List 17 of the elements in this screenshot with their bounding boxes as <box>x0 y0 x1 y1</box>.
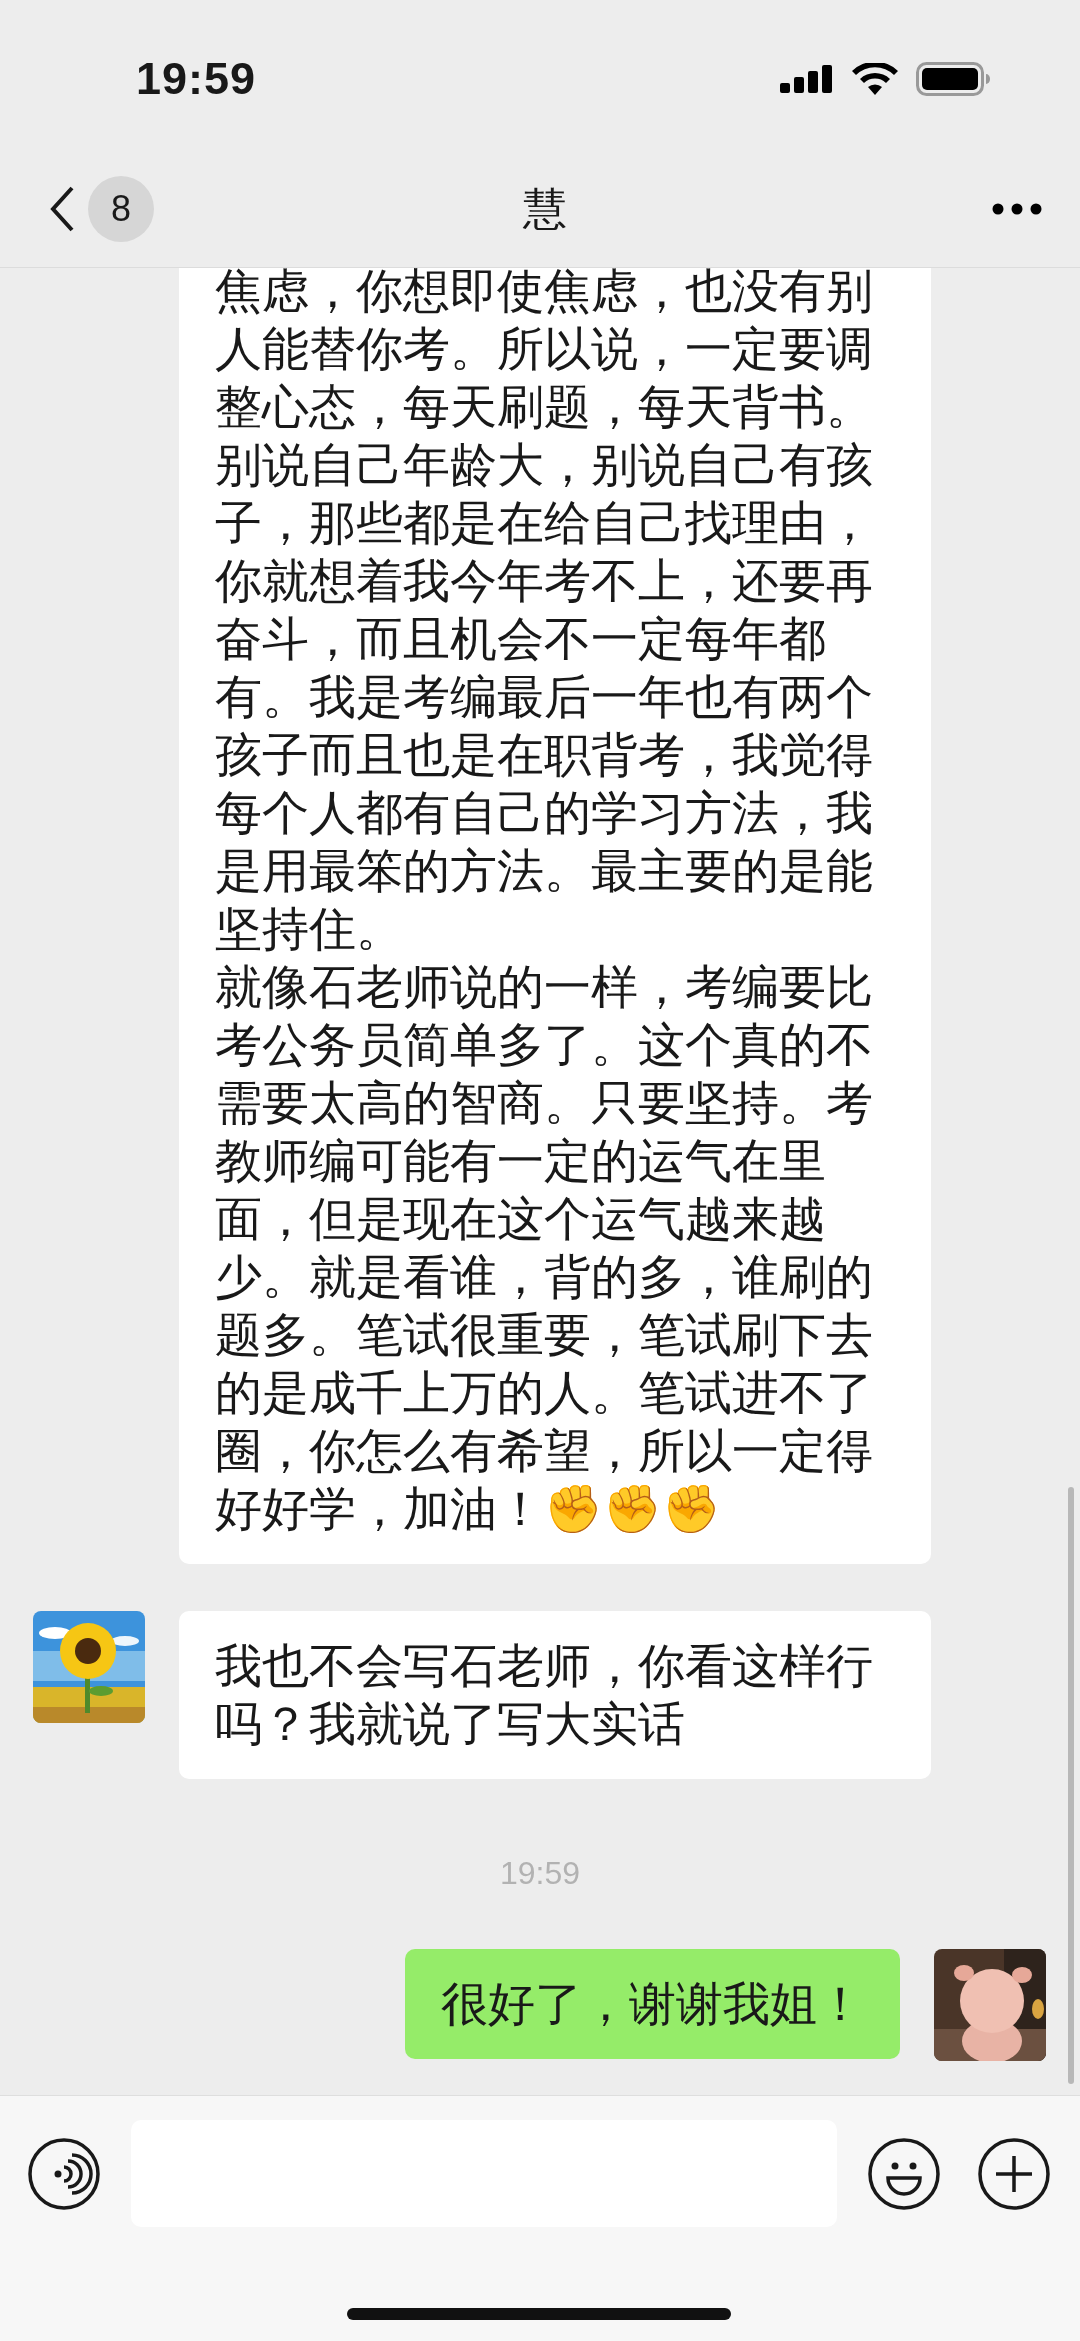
wifi-icon <box>852 63 898 95</box>
timestamp: 19:59 <box>499 1854 581 1893</box>
add-icon[interactable] <box>978 2137 1050 2210</box>
back-icon[interactable] <box>48 185 76 233</box>
message-text: 我也不会写石老师，你看这样行吗？我就说了写大实话 <box>215 1638 874 1752</box>
voice-icon[interactable] <box>28 2137 100 2210</box>
signal-icon <box>780 65 834 93</box>
chat-title: 慧 <box>522 182 568 235</box>
message-text: 就像石老师说的一样，考编要比考公务员简单多了。这个真的不需要太高的智商。只要坚持。考教师编可能有一定的运气在里面，但是现在这个运气越来越少。就是看谁，背的多，谁刷的题多。笔试很重要，笔试刷下去的是成千上万的人。笔试进不了圈，你怎么有希望，所以一定得好好学，加油！✊✊✊ <box>215 959 874 1537</box>
scroll-bar[interactable] <box>1068 1487 1074 2084</box>
emoji-icon[interactable] <box>868 2137 940 2210</box>
more-icon[interactable] <box>992 203 1042 215</box>
message-text: 焦虑，你想即使焦虑，也没有别人能替你考。所以说，一定要调整心态，每天刷题，每天背书。别说自己年龄大，别说自己有孩子，那些都是在给自己找理由，你就想着我今年考不上，还要再奋斗，而且机会不一定每年都有。我是考编最后一年也有两个孩子而且也是在职背考，我觉得每个人都有自己的学习方法，我是用最笨的方法。最主要的是能坚持住。 <box>215 268 874 957</box>
battery-icon <box>916 62 990 96</box>
status-time: 19:59 <box>136 52 257 106</box>
message-text: 很好了，谢谢我姐！ <box>441 1976 864 2032</box>
unread-count-badge: 8 <box>88 176 154 242</box>
